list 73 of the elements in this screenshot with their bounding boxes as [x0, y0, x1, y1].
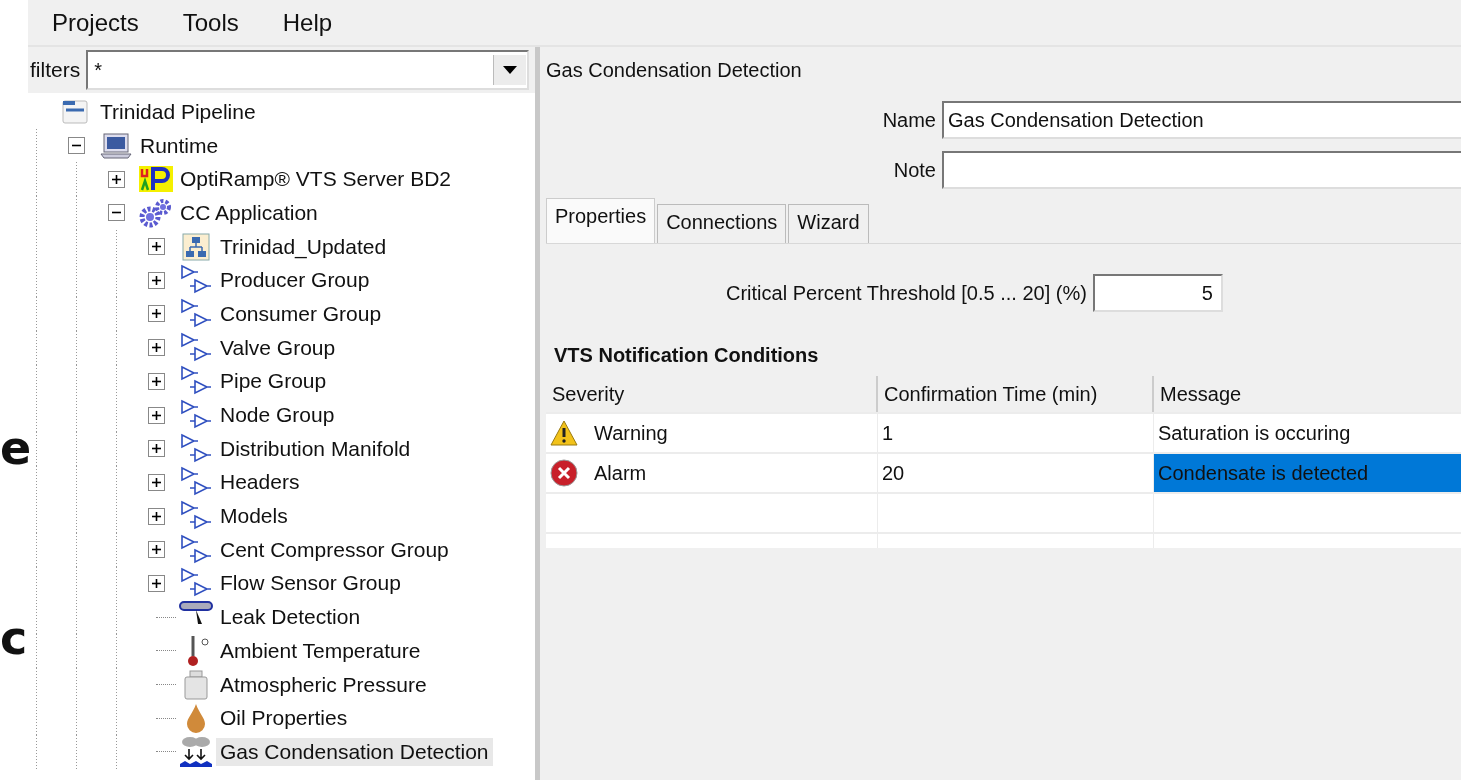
- tree-item[interactable]: Valve Group: [216, 333, 340, 362]
- tree-item[interactable]: Gas Condensation Detection: [216, 737, 493, 766]
- tree-item[interactable]: Cent Compressor Group: [216, 535, 453, 564]
- text-field[interactable]: Gas Condensation Detection: [942, 101, 1461, 139]
- tree-item[interactable]: Atmospheric Pressure: [216, 670, 431, 699]
- collapse-icon[interactable]: [68, 137, 85, 155]
- table-cell: 1: [882, 421, 894, 445]
- menu-item[interactable]: Help: [282, 8, 333, 37]
- triangles-icon: [179, 432, 213, 465]
- tree-item[interactable]: Pipe Group: [216, 367, 331, 396]
- menu-item[interactable]: Tools: [182, 8, 239, 37]
- triangles-icon: [179, 331, 213, 364]
- threshold-label: Critical Percent Threshold [0.5 ... 20] (%): [726, 281, 1087, 305]
- tab[interactable]: Properties: [546, 198, 656, 243]
- menu-item[interactable]: Projects: [52, 8, 139, 37]
- cloud-condensation-icon: [179, 735, 213, 768]
- expand-icon[interactable]: [148, 406, 165, 424]
- weight-icon: [182, 669, 210, 700]
- tab[interactable]: Wizard: [788, 204, 869, 243]
- error-icon: [550, 459, 578, 487]
- tree-item[interactable]: OptiRamp® VTS Server BD2: [176, 165, 456, 194]
- tree-item[interactable]: Flow Sensor Group: [216, 569, 405, 598]
- tree-item[interactable]: Trinidad_Updated: [216, 232, 391, 261]
- tree-item[interactable]: Runtime: [136, 131, 223, 160]
- table-cell[interactable]: Condensate is detected: [1154, 454, 1461, 492]
- tree-item[interactable]: Trinidad Pipeline: [96, 97, 260, 126]
- threshold-field[interactable]: 5: [1092, 274, 1223, 312]
- tab[interactable]: Connections: [657, 204, 787, 243]
- slide-text-fragment: c: [0, 615, 28, 661]
- dropdown-button[interactable]: [493, 55, 526, 85]
- triangles-icon: [179, 533, 213, 566]
- document-icon: [62, 97, 90, 126]
- table-cell: Alarm: [594, 461, 647, 485]
- network-icon: [182, 232, 210, 261]
- tree-item[interactable]: CC Application: [176, 198, 322, 227]
- expand-icon[interactable]: [148, 473, 165, 491]
- tree-item[interactable]: Distribution Manifold: [216, 434, 415, 463]
- up-logo-icon: [139, 165, 173, 194]
- tree-item[interactable]: Consumer Group: [216, 299, 386, 328]
- section-title: VTS Notification Conditions: [553, 342, 820, 368]
- expand-icon[interactable]: [148, 339, 165, 357]
- slide-text-fragment: e: [0, 425, 32, 471]
- expand-icon[interactable]: [148, 507, 165, 525]
- triangles-icon: [179, 297, 213, 330]
- laptop-icon: [100, 131, 132, 160]
- expand-icon[interactable]: [108, 170, 125, 188]
- panel-title: Gas Condensation Detection: [546, 57, 803, 83]
- gears-icon: [139, 197, 173, 228]
- tree-item[interactable]: Leak Detection: [216, 603, 365, 632]
- caret-icon: [503, 66, 517, 74]
- field-label: Name: [881, 108, 936, 132]
- collapse-icon[interactable]: [108, 204, 125, 222]
- text-field[interactable]: [942, 151, 1461, 189]
- tree-item[interactable]: Producer Group: [216, 266, 374, 295]
- tree-item[interactable]: Models: [216, 502, 292, 531]
- tree-item[interactable]: Node Group: [216, 401, 339, 430]
- expand-icon[interactable]: [148, 372, 165, 390]
- tree-item[interactable]: Ambient Temperature: [216, 636, 425, 665]
- expand-icon[interactable]: [148, 271, 165, 289]
- table-cell: 20: [882, 461, 905, 485]
- field-label: Note: [892, 158, 936, 182]
- oil-drop-icon: [184, 703, 208, 734]
- expand-icon[interactable]: [148, 574, 165, 592]
- expand-icon[interactable]: [148, 238, 165, 256]
- warning-icon: [550, 420, 578, 446]
- tree-item[interactable]: Headers: [216, 468, 304, 497]
- tree-item[interactable]: Oil Properties: [216, 704, 352, 733]
- filter-label: filters: [29, 58, 81, 82]
- expand-icon[interactable]: [148, 541, 165, 559]
- filter-combobox[interactable]: *: [86, 50, 529, 90]
- table-cell: Warning: [594, 421, 668, 445]
- expand-icon[interactable]: [148, 305, 165, 323]
- expand-icon[interactable]: [148, 440, 165, 458]
